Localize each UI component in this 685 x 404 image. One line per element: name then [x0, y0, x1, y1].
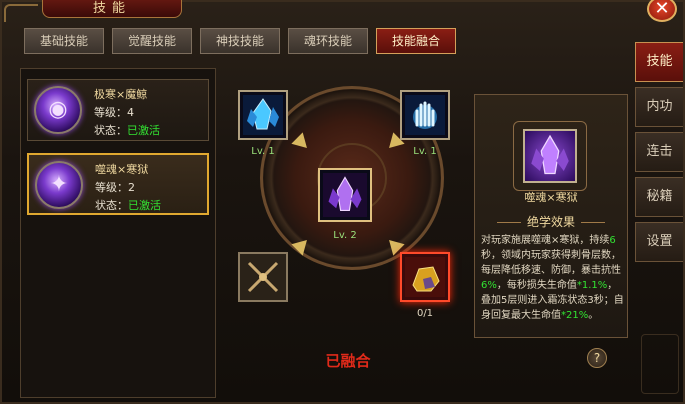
close-button[interactable]: ✕	[647, 0, 677, 22]
side-item-skills[interactable]: 技能	[635, 42, 683, 82]
fusion-area: Lv. 1 Lv. 1 Lv. 2 0/1 已融合	[224, 68, 472, 388]
tab-divine-skills[interactable]: 神技技能	[200, 28, 280, 54]
crossed-chains-icon	[243, 257, 283, 297]
detail-panel: 噬魂×寒狱 绝学效果 对玩家施展噬魂×寒狱，持续6秒，领域内玩家获得刺骨层数，每…	[474, 94, 628, 338]
detail-combo-name: 噬魂×寒狱	[524, 191, 578, 204]
side-item-inner-power[interactable]: 内功	[635, 87, 683, 127]
combo-item-selected[interactable]: ✦ 噬魂×寒狱 等级：2 状态：已激活	[27, 153, 209, 215]
material-count: 0/1	[416, 308, 434, 319]
slot-level-label: Lv. 1	[413, 146, 437, 157]
tab-soul-ring-skills[interactable]: 魂环技能	[288, 28, 368, 54]
fusion-slot-top-left[interactable]	[238, 90, 288, 140]
side-item-secret-manual[interactable]: 秘籍	[635, 177, 683, 217]
combo-level: 等级：4	[94, 106, 134, 119]
slot-level-label: Lv. 2	[333, 230, 357, 241]
help-button[interactable]: ?	[587, 348, 607, 368]
fusion-slot-bottom-right[interactable]	[400, 252, 450, 302]
side-menu: 技能 内功 连击 秘籍 设置	[635, 42, 683, 267]
close-icon: ✕	[654, 0, 670, 19]
purple-crystal-icon	[531, 134, 569, 175]
side-item-settings[interactable]: 设置	[635, 222, 683, 262]
crystal-orb-icon: ✦	[35, 161, 83, 209]
fusion-slot-top-right[interactable]	[400, 90, 450, 140]
ice-hand-icon	[405, 95, 445, 135]
combo-name: 噬魂×寒狱	[95, 163, 149, 176]
ice-crystal-icon	[243, 95, 283, 135]
combo-status: 状态：已激活	[95, 199, 161, 212]
fusion-slot-bottom-left[interactable]	[238, 252, 288, 302]
detail-skill-slot	[523, 129, 577, 183]
slot-level-label: Lv. 1	[251, 146, 275, 157]
tab-bar: 基础技能 觉醒技能 神技技能 魂环技能 技能融合	[24, 28, 456, 54]
window-title: 技能	[42, 0, 182, 18]
side-ornament	[641, 334, 679, 394]
purple-crystal-icon	[323, 173, 367, 217]
skill-window: 技能 ✕ 基础技能 觉醒技能 神技技能 魂环技能 技能融合 技能 内功 连击 秘…	[0, 0, 685, 404]
fusion-slot-center[interactable]	[318, 168, 372, 222]
side-item-combo[interactable]: 连击	[635, 132, 683, 172]
combo-level: 等级：2	[95, 181, 135, 194]
tab-skill-fusion[interactable]: 技能融合	[376, 28, 456, 54]
corner-ornament	[4, 4, 38, 22]
effect-description: 对玩家施展噬魂×寒狱，持续6秒，领域内玩家获得刺骨层数，每层降低移速、防御，暴击…	[481, 235, 624, 321]
tab-awakening-skills[interactable]: 觉醒技能	[112, 28, 192, 54]
combo-status: 状态：已激活	[94, 124, 160, 137]
effect-title: 绝学效果	[475, 213, 627, 230]
combo-item[interactable]: ◉ 极寒×魔鲸 等级：4 状态：已激活	[27, 79, 209, 141]
gold-ore-icon	[405, 257, 445, 297]
whale-orb-icon: ◉	[34, 86, 82, 134]
combo-list: ◉ 极寒×魔鲸 等级：4 状态：已激活 ✦ 噬魂×寒狱 等级：2 状态：已激活	[20, 68, 216, 398]
tab-basic-skills[interactable]: 基础技能	[24, 28, 104, 54]
fusion-status: 已融合	[325, 352, 371, 370]
combo-name: 极寒×魔鲸	[94, 88, 148, 101]
